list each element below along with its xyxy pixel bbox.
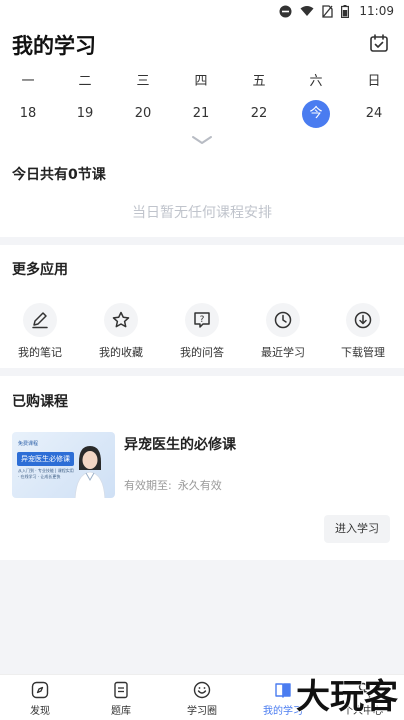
- instructor-photo: [74, 446, 106, 498]
- section-divider: [0, 237, 404, 245]
- enter-learning-button[interactable]: 进入学习: [324, 515, 390, 543]
- tab-question-bank[interactable]: 题库: [86, 681, 156, 717]
- validity-value: 永久有效: [177, 479, 222, 492]
- note-edit-icon: [23, 303, 57, 337]
- week-day[interactable]: 三 20: [123, 72, 163, 128]
- week-day[interactable]: 一 18: [8, 72, 48, 128]
- app-label: 最近学习: [261, 346, 305, 359]
- more-apps-title: 更多应用: [12, 262, 68, 278]
- no-sim-icon: [322, 4, 334, 18]
- today-lessons-title: 今日共有0节课: [12, 167, 106, 183]
- date-number: 21: [192, 106, 210, 121]
- document-icon: [114, 681, 128, 699]
- weekday-label: 六: [309, 74, 323, 89]
- do-not-disturb-icon: [279, 5, 292, 18]
- date-number: 19: [76, 106, 94, 121]
- thumb-tag: 免费课程: [18, 441, 39, 447]
- date-number: 24: [365, 106, 383, 121]
- tab-study-circle[interactable]: 学习圈: [167, 681, 237, 717]
- weekday-label: 二: [78, 74, 92, 89]
- weekday-label: 一: [21, 74, 35, 89]
- app-recent-learning[interactable]: 最近学习: [248, 303, 318, 360]
- calendar-button[interactable]: [368, 32, 390, 54]
- today-date-badge: 今: [302, 100, 330, 128]
- battery-icon: [341, 4, 350, 18]
- app-label: 下载管理: [341, 346, 385, 359]
- week-day[interactable]: 日 24: [354, 72, 394, 128]
- course-validity: 有效期至: 永久有效: [124, 477, 222, 493]
- compass-icon: [31, 681, 49, 699]
- date-number: 22: [250, 106, 268, 121]
- app-download-manager[interactable]: 下载管理: [328, 303, 398, 360]
- header: 我的学习: [0, 28, 404, 62]
- purchased-courses-title: 已购课程: [12, 394, 68, 410]
- empty-area: [0, 560, 404, 674]
- weekday-label: 日: [367, 74, 381, 89]
- course-card[interactable]: 免费课程 异宠医生必修课 从入门到 · 专业技能 | 课程实用 · 在线学习 ·…: [12, 430, 392, 502]
- page-title: 我的学习: [12, 34, 96, 58]
- download-icon: [346, 303, 380, 337]
- expand-calendar-button[interactable]: [190, 132, 214, 146]
- weekday-label: 四: [194, 74, 208, 89]
- section-divider: [0, 368, 404, 376]
- svg-text:?: ?: [200, 315, 205, 325]
- watermark-logo: 大玩客: [295, 676, 399, 718]
- weekday-label: 三: [136, 74, 150, 89]
- app-my-notes[interactable]: 我的笔记: [5, 303, 75, 360]
- app-label: 我的笔记: [18, 346, 62, 359]
- weekday-label: 五: [252, 74, 266, 89]
- thumb-banner: 异宠医生必修课: [17, 452, 74, 466]
- week-day[interactable]: 四 21: [181, 72, 221, 128]
- chevron-down-icon: [192, 136, 212, 144]
- tab-label: 发现: [30, 706, 50, 717]
- status-icons: 11:09: [279, 4, 394, 18]
- course-thumbnail: 免费课程 异宠医生必修课 从入门到 · 专业技能 | 课程实用 · 在线学习 ·…: [12, 432, 115, 498]
- smile-icon: [193, 681, 211, 699]
- app-label: 我的收藏: [99, 346, 143, 359]
- thumb-subtitle: 从入门到 · 专业技能 | 课程实用 · 在线学习 · 让成长更快: [18, 468, 74, 479]
- wifi-icon: [300, 5, 314, 17]
- empty-schedule-text: 当日暂无任何课程安排: [132, 205, 272, 221]
- app-my-qa[interactable]: ? 我的问答: [167, 303, 237, 360]
- date-number: 18: [19, 106, 37, 121]
- week-day-today[interactable]: 六 今: [296, 72, 336, 128]
- app-my-favorites[interactable]: 我的收藏: [86, 303, 156, 360]
- clock-icon: [266, 303, 300, 337]
- svg-text:大玩客: 大玩客: [296, 677, 398, 717]
- tab-label: 题库: [111, 706, 131, 717]
- date-number: 20: [134, 106, 152, 121]
- course-title: 异宠医生的必修课: [124, 437, 236, 453]
- week-day[interactable]: 二 19: [65, 72, 105, 128]
- tab-label: 学习圈: [187, 706, 217, 717]
- app-label: 我的问答: [180, 346, 224, 359]
- tab-discover[interactable]: 发现: [5, 681, 75, 717]
- validity-label: 有效期至:: [124, 479, 172, 492]
- question-bubble-icon: ?: [185, 303, 219, 337]
- calendar-check-icon: [370, 34, 388, 52]
- status-time: 11:09: [359, 4, 394, 18]
- star-icon: [104, 303, 138, 337]
- week-day[interactable]: 五 22: [239, 72, 279, 128]
- status-bar: 11:09: [0, 0, 404, 24]
